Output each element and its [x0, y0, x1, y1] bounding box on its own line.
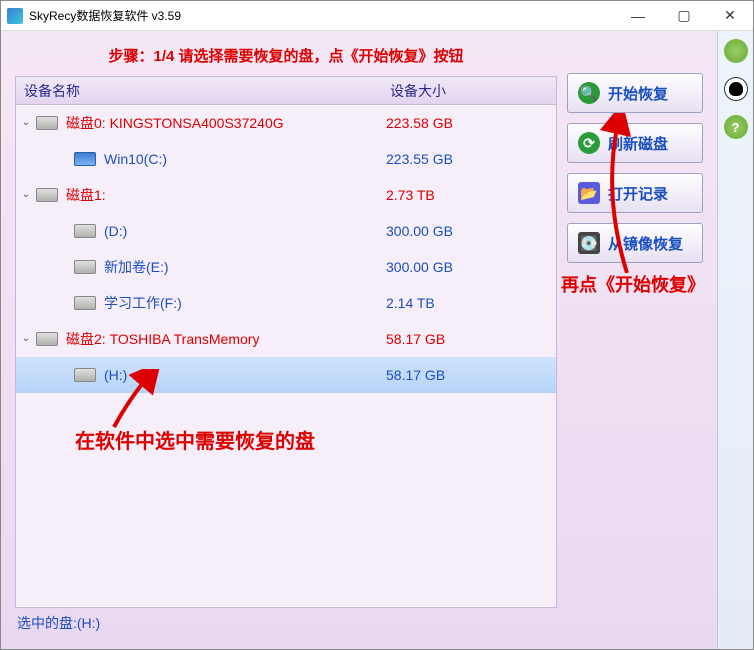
drive-icon: [36, 116, 58, 130]
row-label: 新加卷(E:): [104, 257, 169, 277]
volume-row[interactable]: ⌄ Win10(C:) 223.55 GB: [16, 141, 556, 177]
side-panel: 🔍 开始恢复 ⟳ 刷新磁盘 📂 打开记录 💽 从镜像恢复: [557, 31, 717, 649]
restore-image-button[interactable]: 💽 从镜像恢复: [567, 223, 703, 263]
device-panel: 设备名称 设备大小 ⌄ 磁盘0: KINGSTONSA400S37240G 223.…: [15, 76, 557, 608]
window-title: SkyRecy数据恢复软件 v3.59: [29, 7, 615, 24]
search-icon: 🔍: [578, 82, 600, 104]
content-area: 步骤：1/4 请选择需要恢复的盘，点《开始恢复》按钮 设备名称 设备大小 ⌄ 磁盘…: [1, 31, 753, 649]
row-size: 223.55 GB: [386, 151, 556, 167]
app-window: SkyRecy数据恢复软件 v3.59 — ▢ ✕ 步骤：1/4 请选择需要恢复…: [0, 0, 754, 650]
drive-icon: [74, 368, 96, 382]
col-header-name: 设备名称: [16, 81, 386, 101]
disk-row[interactable]: ⌄ 磁盘1: 2.73 TB: [16, 177, 556, 213]
chevron-down-icon: ⌄: [58, 297, 70, 308]
open-label: 打开记录: [608, 183, 668, 204]
folder-icon: 📂: [578, 182, 600, 204]
disk-row[interactable]: ⌄ 磁盘0: KINGSTONSA400S37240G 223.58 GB: [16, 105, 556, 141]
row-size: 300.00 GB: [386, 223, 556, 239]
chevron-down-icon[interactable]: ⌄: [20, 189, 32, 200]
right-toolstrip: ?: [717, 31, 753, 649]
start-label: 开始恢复: [608, 83, 668, 104]
volume-row[interactable]: ⌄ 新加卷(E:) 300.00 GB: [16, 249, 556, 285]
status-bar: 选中的盘:(H:): [15, 612, 557, 634]
help-icon[interactable]: ?: [724, 115, 748, 139]
row-size: 58.17 GB: [386, 331, 556, 347]
row-name-cell: ⌄ Win10(C:): [16, 151, 386, 167]
refresh-label: 刷新磁盘: [608, 133, 668, 154]
device-tree[interactable]: ⌄ 磁盘0: KINGSTONSA400S37240G 223.58 GB ⌄ Win1…: [16, 105, 556, 607]
row-label: 磁盘2: TOSHIBA TransMemory: [66, 329, 259, 349]
step-banner: 步骤：1/4 请选择需要恢复的盘，点《开始恢复》按钮: [15, 39, 557, 76]
disk-image-icon: 💽: [578, 232, 600, 254]
chevron-down-icon: ⌄: [58, 153, 70, 164]
row-size: 300.00 GB: [386, 259, 556, 275]
row-name-cell: ⌄ 新加卷(E:): [16, 257, 386, 277]
chevron-down-icon[interactable]: ⌄: [20, 117, 32, 128]
chevron-down-icon: ⌄: [58, 261, 70, 272]
close-button[interactable]: ✕: [707, 1, 753, 31]
row-size: 223.58 GB: [386, 115, 556, 131]
chevron-down-icon: ⌄: [58, 369, 70, 380]
disk-row[interactable]: ⌄ 磁盘2: TOSHIBA TransMemory 58.17 GB: [16, 321, 556, 357]
volume-row[interactable]: ⌄ (D:) 300.00 GB: [16, 213, 556, 249]
refresh-disk-button[interactable]: ⟳ 刷新磁盘: [567, 123, 703, 163]
row-label: 学习工作(F:): [104, 293, 182, 313]
minimize-button[interactable]: —: [615, 1, 661, 31]
row-label: Win10(C:): [104, 151, 167, 167]
drive-icon: [74, 296, 96, 310]
drive-icon: [74, 260, 96, 274]
row-name-cell: ⌄ 学习工作(F:): [16, 293, 386, 313]
qq-icon[interactable]: [724, 77, 748, 101]
refresh-icon: ⟳: [578, 132, 600, 154]
titlebar: SkyRecy数据恢复软件 v3.59 — ▢ ✕: [1, 1, 753, 31]
row-size: 2.14 TB: [386, 295, 556, 311]
panel-header: 设备名称 设备大小: [16, 77, 556, 105]
row-label: 磁盘1:: [66, 185, 106, 205]
app-icon: [7, 8, 23, 24]
row-name-cell: ⌄ (D:): [16, 223, 386, 239]
open-log-button[interactable]: 📂 打开记录: [567, 173, 703, 213]
row-name-cell: ⌄ (H:): [16, 367, 386, 383]
row-size: 2.73 TB: [386, 187, 556, 203]
chevron-down-icon[interactable]: ⌄: [20, 333, 32, 344]
row-label: 磁盘0: KINGSTONSA400S37240G: [66, 113, 284, 133]
main-area: 步骤：1/4 请选择需要恢复的盘，点《开始恢复》按钮 设备名称 设备大小 ⌄ 磁盘…: [1, 31, 557, 649]
window-controls: — ▢ ✕: [615, 1, 753, 31]
drive-icon: [36, 188, 58, 202]
row-size: 58.17 GB: [386, 367, 556, 383]
windows-drive-icon: [74, 152, 96, 166]
image-label: 从镜像恢复: [608, 233, 683, 254]
row-name-cell: ⌄ 磁盘2: TOSHIBA TransMemory: [16, 329, 386, 349]
row-label: (H:): [104, 367, 127, 383]
row-label: (D:): [104, 223, 127, 239]
settings-icon[interactable]: [724, 39, 748, 63]
drive-icon: [74, 224, 96, 238]
maximize-button[interactable]: ▢: [661, 1, 707, 31]
start-recovery-button[interactable]: 🔍 开始恢复: [567, 73, 703, 113]
volume-row[interactable]: ⌄ 学习工作(F:) 2.14 TB: [16, 285, 556, 321]
drive-icon: [36, 332, 58, 346]
col-header-size: 设备大小: [386, 81, 556, 101]
row-name-cell: ⌄ 磁盘0: KINGSTONSA400S37240G: [16, 113, 386, 133]
volume-row[interactable]: ⌄ (H:) 58.17 GB: [16, 357, 556, 393]
row-name-cell: ⌄ 磁盘1:: [16, 185, 386, 205]
chevron-down-icon: ⌄: [58, 225, 70, 236]
